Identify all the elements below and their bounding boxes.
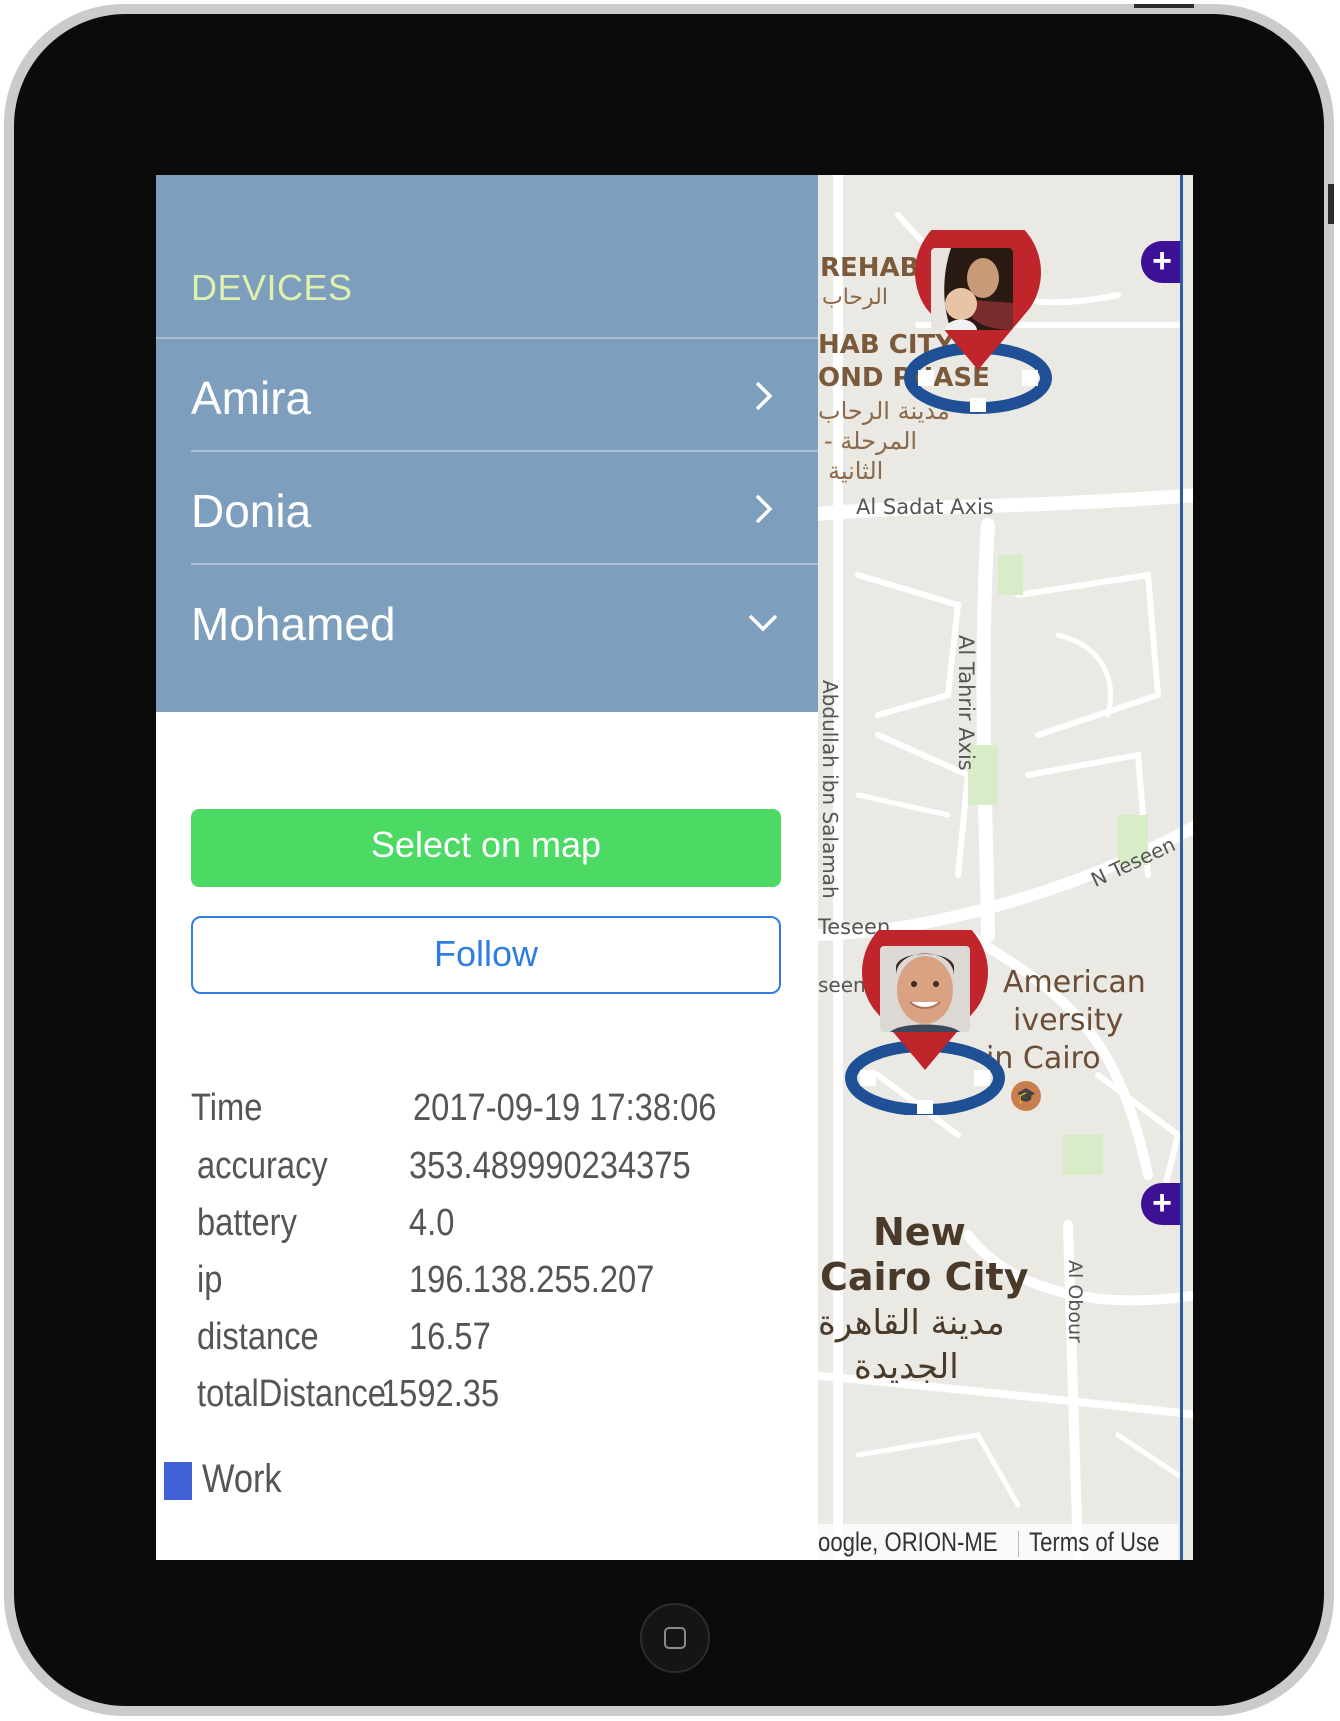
info-value: 353.489990234375: [409, 1145, 691, 1187]
map-label-rehab-ar: الرحاب: [822, 285, 888, 310]
info-value: 16.57: [409, 1316, 491, 1358]
info-key: accuracy: [197, 1145, 328, 1187]
terms-of-use-link[interactable]: Terms of Use: [1029, 1524, 1159, 1560]
attribution-divider: [1018, 1530, 1019, 1557]
info-key: ip: [197, 1259, 223, 1301]
devices-sidebar: DEVICES Amira Donia Mohamed Select on ma…: [156, 175, 818, 1560]
map-label-new: New: [873, 1210, 966, 1254]
device-name: Donia: [191, 485, 312, 537]
map-label-university: iversity: [1013, 1003, 1124, 1038]
marker-amira[interactable]: [898, 230, 1058, 415]
map-label-abdullah: Abdullah ibn Salamah: [818, 680, 842, 899]
info-value: 196.138.255.207: [409, 1259, 655, 1301]
info-key: totalDistance: [197, 1373, 386, 1415]
info-key: distance: [197, 1316, 319, 1358]
avatar-woman-with-baby: [931, 248, 1013, 330]
devices-nav: DEVICES Amira Donia Mohamed: [156, 175, 818, 712]
tablet-frame: REHAB الرحاب HAB CITY OND PHASE مدينة ال…: [4, 4, 1334, 1716]
home-button[interactable]: [640, 1603, 710, 1673]
device-name: Amira: [191, 372, 312, 424]
side-button: [1328, 184, 1334, 224]
device-item-amira[interactable]: Amira: [156, 339, 818, 457]
legend-work-label: Work: [202, 1457, 282, 1501]
map-label-new-cairo-ar-1: مدينة القاهرة: [818, 1303, 1005, 1343]
map-label-rehab-ar-4: الثانية: [828, 457, 884, 485]
info-key: Time: [191, 1087, 263, 1129]
top-button: [1134, 4, 1194, 8]
select-on-map-button[interactable]: Select on map: [191, 809, 781, 887]
chevron-right-icon: [755, 494, 773, 524]
legend-work-swatch: [164, 1462, 192, 1500]
map-label-american: American: [1003, 965, 1146, 1000]
zoom-in-button-bottom[interactable]: +: [1141, 1183, 1183, 1225]
info-key: battery: [197, 1202, 297, 1244]
device-name: Mohamed: [191, 598, 396, 650]
device-item-mohamed[interactable]: Mohamed: [156, 565, 818, 683]
map-label-sadat-axis: Al Sadat Axis: [856, 495, 994, 519]
map-label-new-cairo-ar-2: الجديدة: [854, 1347, 959, 1387]
marker-mohamed[interactable]: [840, 930, 1010, 1115]
map-attribution: oogle, ORION-ME Terms of Use: [818, 1524, 1178, 1560]
chevron-down-icon: [748, 614, 778, 632]
map-label-al-obour: Al Obour: [1064, 1260, 1086, 1343]
attribution-text: oogle, ORION-ME: [818, 1527, 998, 1557]
follow-button[interactable]: Follow: [191, 916, 781, 994]
map-edge-line: [1180, 175, 1183, 1560]
map-label-cairo-city: Cairo City: [820, 1255, 1029, 1299]
chevron-right-icon: [755, 381, 773, 411]
university-icon: 🎓: [1011, 1081, 1041, 1111]
app-screen: REHAB الرحاب HAB CITY OND PHASE مدينة ال…: [156, 175, 1193, 1560]
map-label-rehab-ar-3: - المرحلة: [824, 427, 918, 455]
info-value: 4.0: [409, 1202, 455, 1244]
info-value: 2017-09-19 17:38:06: [413, 1087, 717, 1129]
zoom-in-button-top[interactable]: +: [1141, 241, 1183, 283]
map-label-tahrir-axis: Al Tahrir Axis: [954, 635, 978, 771]
devices-title: DEVICES: [191, 267, 353, 308]
avatar-man: [880, 946, 970, 1032]
map-view[interactable]: REHAB الرحاب HAB CITY OND PHASE مدينة ال…: [818, 175, 1193, 1560]
device-item-donia[interactable]: Donia: [156, 452, 818, 570]
info-value: 1592.35: [381, 1373, 500, 1415]
